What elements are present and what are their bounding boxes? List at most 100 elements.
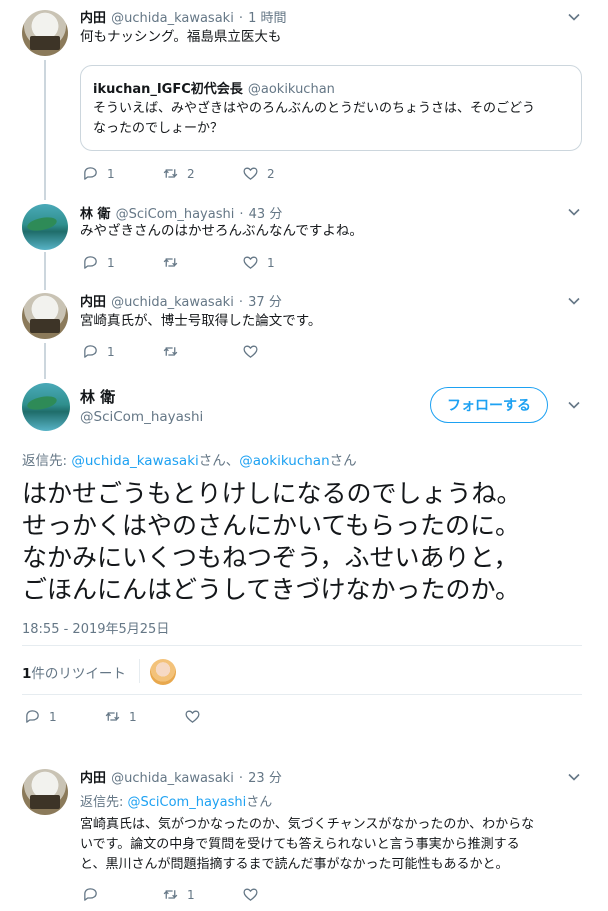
reply-to: 返信先: @SciCom_hayashiさん [80,791,272,810]
tweet-actions: 1 1 [82,254,322,271]
avatar[interactable] [22,204,68,250]
retweet-button[interactable] [162,343,242,360]
author-name[interactable]: 内田 [80,11,106,26]
reply-icon [84,256,97,269]
tweet-actions: 1 2 2 [82,165,322,182]
reply-to-user-link[interactable]: @SciCom_hayashi [128,795,247,810]
follow-button[interactable]: フォローする [430,387,548,423]
timestamp[interactable]: 37 分 [248,295,282,310]
chevron-down-icon[interactable] [568,399,580,411]
main-tweet-timestamp[interactable]: 18:55 - 2019年5月25日 [22,618,169,637]
like-count: 2 [267,166,275,181]
tweet-header: 内田 @uchida_kawasaki · 1 時間 [80,7,287,26]
retweeter-avatar[interactable] [150,659,176,685]
avatar[interactable] [22,293,68,339]
author-name[interactable]: 内田 [80,771,106,786]
avatar[interactable] [22,10,68,56]
like-icon [243,345,258,358]
timestamp[interactable]: 23 分 [248,771,282,786]
author-name[interactable]: 内田 [80,295,106,310]
author-handle[interactable]: @uchida_kawasaki [111,11,234,26]
reply-button[interactable]: 1 [82,343,162,360]
reply-button[interactable]: 1 [24,708,104,725]
timestamp[interactable]: 1 時間 [248,11,286,26]
chevron-down-icon[interactable] [568,295,580,307]
reply-to: 返信先: @uchida_kawasakiさん、@aokikuchanさん [22,449,357,469]
reply-button[interactable]: 1 [82,254,162,271]
thread-line [44,60,46,200]
retweets-stat[interactable]: 1件のリツイート [22,662,126,682]
tweet-text: 何もナッシング。福島県立医大も [80,29,282,45]
separator: · [239,207,244,222]
reply-to-prefix: 返信先: [80,795,128,810]
thread-line [44,343,46,379]
timestamp[interactable]: 43 分 [249,207,283,222]
reply-to-prefix: 返信先: [22,453,72,469]
reply-icon [84,345,97,358]
reply-button[interactable] [82,886,162,903]
main-tweet-text-line: ごほんにんはどうしてきづけなかったのか。 [22,575,521,604]
quoted-tweet[interactable]: ikuchan_IGFC初代会長 @aokikuchan そういえば、みやざきは… [80,65,582,151]
chevron-down-icon[interactable] [568,11,580,23]
reply-to-user-link[interactable]: @uchida_kawasaki [71,453,198,469]
like-icon [243,167,258,180]
author-handle[interactable]: @SciCom_hayashi [80,409,203,425]
like-icon [243,256,258,269]
reply-icon [84,167,97,180]
section-gap [0,740,608,750]
tweet-header: 内田 @uchida_kawasaki · 37 分 [80,291,282,310]
like-button[interactable]: 2 [242,165,322,182]
stat-divider [139,659,140,683]
tweet-header: 林 衛 @SciCom_hayashi · 43 分 [80,203,282,222]
author-handle[interactable]: @SciCom_hayashi [116,207,235,222]
tweet-text-line: いです。論文の中身で質問を受けても答えられないと言う事実から推測する [80,837,520,852]
retweet-icon [163,890,178,899]
like-icon [185,710,200,723]
main-tweet-actions: 1 1 [24,708,264,725]
tweet-text: 宮崎真氏が、博士号取得した論文です。 [80,313,322,329]
reply-to-suffix: さん [329,453,357,469]
like-button[interactable] [242,886,322,903]
main-tweet-text-line: なかみにいくつもねつぞう，ふせいありと， [22,543,519,572]
tweet-actions: 1 [82,886,322,903]
retweet-button[interactable]: 2 [162,165,242,182]
author-handle[interactable]: @uchida_kawasaki [111,771,234,786]
retweet-icon [163,258,178,267]
author-handle[interactable]: @uchida_kawasaki [111,295,234,310]
reply-to-user-link[interactable]: @aokikuchan [239,453,329,469]
avatar[interactable] [22,383,70,431]
retweets-stat-label: 件のリツイート [31,666,126,682]
tweet-text: みやざきさんのはかせろんぶんなんですよね。 [80,223,363,239]
retweet-icon [163,347,178,356]
like-icon [243,888,258,901]
reply-button[interactable]: 1 [82,165,162,182]
quote-header: ikuchan_IGFC初代会長 @aokikuchan [93,78,335,97]
retweet-count: 1 [187,887,195,902]
separator: · [238,11,244,26]
tweet-text-line: 宮崎真氏は、気がつかなったのか、気づくチャンスがなかったのか、わからな [80,817,535,832]
like-button[interactable] [184,708,264,725]
divider [22,694,582,695]
like-count: 1 [267,255,275,270]
retweet-button[interactable]: 1 [104,708,184,725]
main-tweet-text-line: せっかくはやのさんにかいてもらったのに。 [22,511,521,540]
retweet-button[interactable] [162,254,242,271]
retweet-count: 1 [129,709,137,724]
like-button[interactable] [242,343,322,360]
chevron-down-icon[interactable] [568,206,580,218]
chevron-down-icon[interactable] [568,771,580,783]
retweet-icon [163,169,178,178]
retweet-button[interactable]: 1 [162,886,242,903]
thread-line [44,252,46,290]
avatar[interactable] [22,769,68,815]
tweet-header: 内田 @uchida_kawasaki · 23 分 [80,767,282,786]
reply-count: 1 [107,344,115,359]
reply-count: 1 [107,255,115,270]
reply-icon [26,710,39,723]
reply-count: 1 [107,166,115,181]
like-button[interactable]: 1 [242,254,322,271]
author-name[interactable]: 林 衛 [80,207,111,222]
quote-author-name: ikuchan_IGFC初代会長 [93,82,243,97]
separator: · [238,295,244,310]
author-name[interactable]: 林 衛 [80,386,115,407]
